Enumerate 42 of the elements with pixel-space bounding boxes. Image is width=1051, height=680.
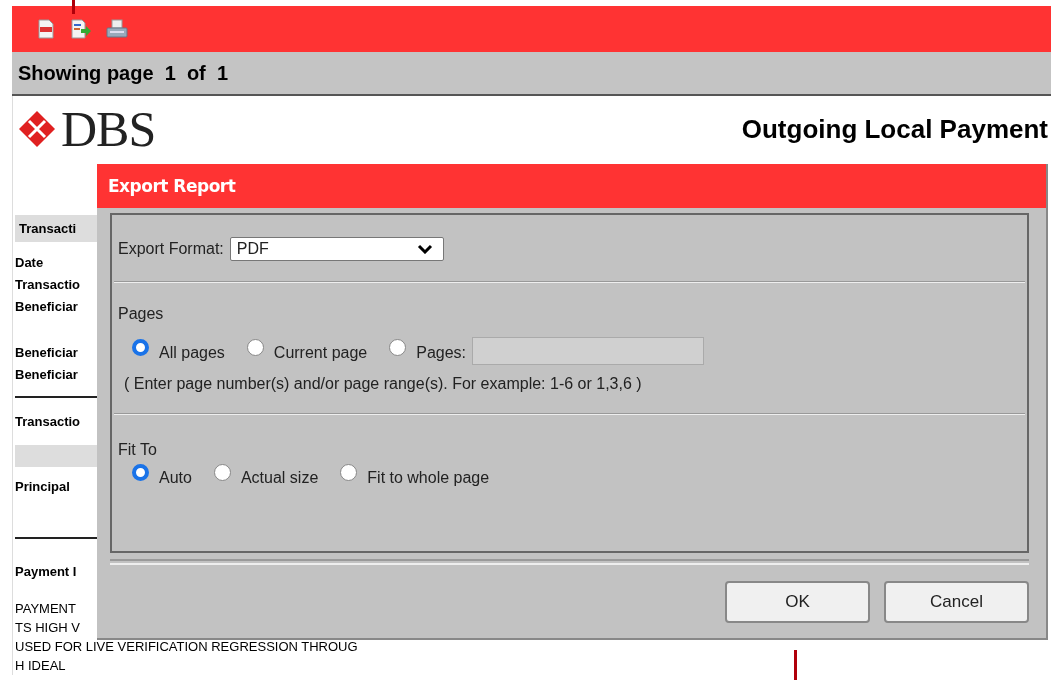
radio-button[interactable] xyxy=(132,338,149,356)
export-format-label: Export Format: xyxy=(118,240,224,258)
field-label: Beneficiar xyxy=(15,344,79,362)
field-label: Beneficiar xyxy=(15,366,79,384)
radio-button[interactable] xyxy=(246,338,264,356)
section-header: Transacti xyxy=(15,215,100,242)
cancel-button[interactable]: Cancel xyxy=(884,581,1029,623)
payment-text: TS HIGH V xyxy=(15,619,80,637)
payment-text: H IDEAL xyxy=(15,657,66,675)
radio-label[interactable]: Pages: xyxy=(416,344,467,362)
export-icon[interactable] xyxy=(70,19,92,39)
document-icon[interactable] xyxy=(36,19,56,39)
logo-icon xyxy=(17,109,57,149)
logo-text: DBS xyxy=(61,104,156,154)
page-indicator: Showing page 1 of 1 xyxy=(18,61,229,85)
radio-button[interactable] xyxy=(389,338,407,356)
hint-text: ( Enter page number(s) and/or page range(s). For example: 1-6 or 1,3,6 ) xyxy=(123,375,643,393)
field-label: Transactio xyxy=(15,276,82,294)
radio-label[interactable]: Auto xyxy=(159,469,192,487)
field-label: Date xyxy=(15,254,45,272)
format-dropdown[interactable]: PDF xyxy=(229,237,444,261)
field-label: Beneficiar xyxy=(15,298,79,316)
radio-label[interactable]: Current page xyxy=(273,344,368,362)
payment-text: PAYMENT xyxy=(15,600,76,618)
fit-to-label: Fit To xyxy=(118,441,158,459)
field-label: Principal xyxy=(15,478,71,496)
dialog-title: Export Report xyxy=(108,176,236,196)
payment-text: USED FOR LIVE VERIFICATION REGRESSION THROUG xyxy=(15,638,358,656)
printer-icon[interactable] xyxy=(106,19,128,39)
field-label: Transactio xyxy=(15,413,82,431)
report-title: Outgoing Local Payment xyxy=(741,113,1048,145)
field-label: Payment I xyxy=(15,563,78,581)
radio-button[interactable] xyxy=(132,463,149,481)
chevron-down-icon xyxy=(416,244,433,254)
radio-button[interactable] xyxy=(213,463,231,481)
page-range-field[interactable] xyxy=(472,337,705,365)
radio-label[interactable]: Fit to whole page xyxy=(367,469,490,487)
radio-label[interactable]: All pages xyxy=(159,344,225,362)
ok-button[interactable]: OK xyxy=(725,581,870,623)
radio-button[interactable] xyxy=(340,463,358,481)
pages-label: Pages xyxy=(118,305,165,323)
radio-label[interactable]: Actual size xyxy=(240,469,319,487)
